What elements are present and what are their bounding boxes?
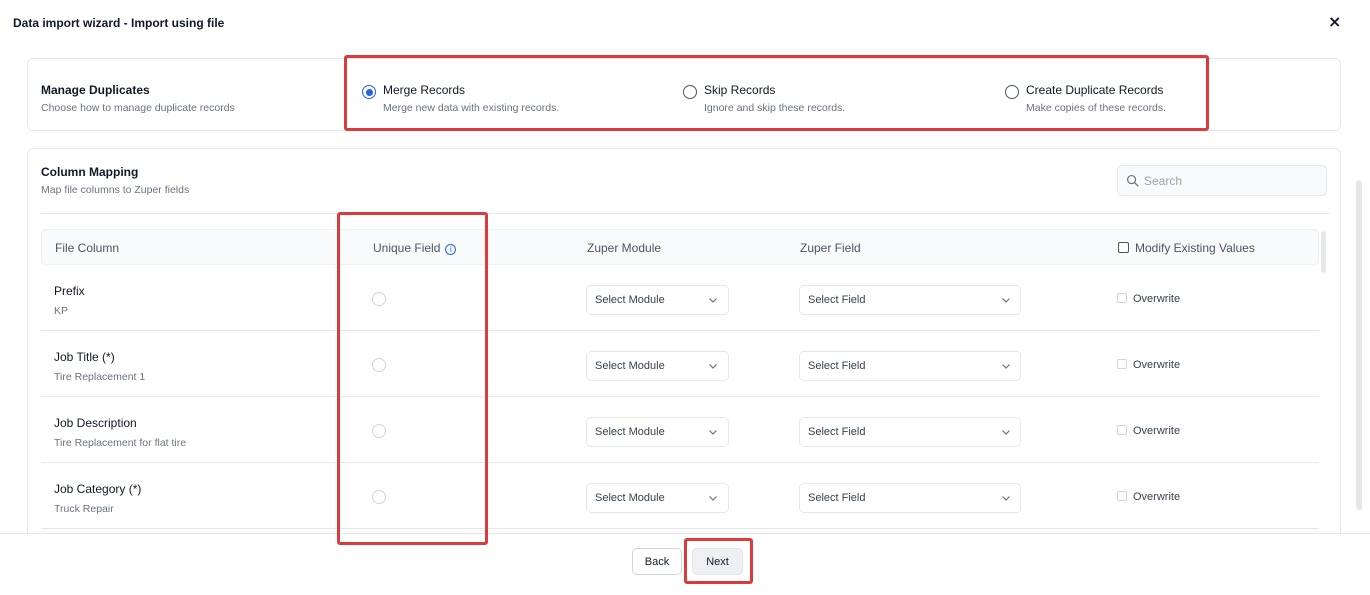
dialog-title: Data import wizard - Import using file xyxy=(13,16,225,30)
file-column-sample: Truck Repair xyxy=(54,503,114,515)
chevron-down-icon xyxy=(709,364,717,369)
select-value: Select Field xyxy=(808,294,866,306)
overwrite-option[interactable]: Overwrite xyxy=(1117,359,1180,371)
overwrite-label: Overwrite xyxy=(1133,359,1181,371)
col-zuper-field: Zuper Field xyxy=(800,241,861,255)
column-mapping-title: Column Mapping xyxy=(41,165,139,179)
zuper-module-select[interactable]: Select Module xyxy=(586,351,729,381)
search-icon xyxy=(1126,174,1139,187)
col-modify-existing-label: Modify Existing Values xyxy=(1135,241,1255,255)
file-column-name: Job Description xyxy=(54,416,137,430)
select-value: Select Field xyxy=(808,426,866,438)
file-column-name: Job Category (*) xyxy=(54,482,142,496)
zuper-field-select[interactable]: Select Field xyxy=(799,351,1021,381)
overwrite-label: Overwrite xyxy=(1133,425,1181,437)
manage-duplicates-subtitle: Choose how to manage duplicate records xyxy=(41,102,235,114)
select-value: Select Field xyxy=(808,492,866,504)
chevron-down-icon xyxy=(1002,364,1010,369)
highlight-duplicate-options xyxy=(344,55,1209,131)
table-row: Job Description Tire Replacement for fla… xyxy=(41,397,1319,463)
overwrite-option[interactable]: Overwrite xyxy=(1117,293,1180,305)
select-value: Select Module xyxy=(595,426,665,438)
zuper-module-select[interactable]: Select Module xyxy=(586,483,729,513)
file-column-name: Job Title (*) xyxy=(54,350,115,364)
back-button[interactable]: Back xyxy=(632,548,682,575)
overwrite-option[interactable]: Overwrite xyxy=(1117,491,1180,503)
table-header: File Column Unique Field i Zuper Module Z… xyxy=(41,229,1319,265)
dialog-header: Data import wizard - Import using file × xyxy=(0,0,1370,46)
col-file-column: File Column xyxy=(55,241,120,255)
manage-duplicates-title: Manage Duplicates xyxy=(41,83,150,97)
overwrite-checkbox[interactable] xyxy=(1117,359,1127,369)
select-value: Select Module xyxy=(595,294,665,306)
page-scrollbar[interactable] xyxy=(1356,180,1362,510)
overwrite-option[interactable]: Overwrite xyxy=(1117,425,1180,437)
table-row: Job Category (*) Truck Repair Select Mod… xyxy=(41,463,1319,529)
zuper-module-select[interactable]: Select Module xyxy=(586,417,729,447)
col-modify-existing: Modify Existing Values xyxy=(1118,241,1255,255)
col-zuper-module: Zuper Module xyxy=(587,241,662,255)
highlight-unique-field-column xyxy=(337,212,488,545)
overwrite-checkbox[interactable] xyxy=(1117,293,1127,303)
chevron-down-icon xyxy=(709,430,717,435)
select-value: Select Module xyxy=(595,360,665,372)
chevron-down-icon xyxy=(1002,430,1010,435)
zuper-field-select[interactable]: Select Field xyxy=(799,483,1021,513)
search-input[interactable] xyxy=(1144,172,1319,190)
file-column-sample: KP xyxy=(54,305,69,317)
modify-existing-checkbox[interactable] xyxy=(1118,242,1129,253)
chevron-down-icon xyxy=(1002,496,1010,501)
search-box[interactable] xyxy=(1117,165,1327,196)
column-mapping-subtitle: Map file columns to Zuper fields xyxy=(41,184,190,196)
table-scrollbar[interactable] xyxy=(1321,231,1326,273)
chevron-down-icon xyxy=(1002,298,1010,303)
zuper-field-select[interactable]: Select Field xyxy=(799,417,1021,447)
chevron-down-icon xyxy=(709,298,717,303)
overwrite-label: Overwrite xyxy=(1133,293,1181,305)
select-value: Select Module xyxy=(595,492,665,504)
zuper-module-select[interactable]: Select Module xyxy=(586,285,729,315)
column-mapping-card: Column Mapping Map file columns to Zuper… xyxy=(27,148,1341,548)
select-value: Select Field xyxy=(808,360,866,372)
table-row: Job Title (*) Tire Replacement 1 Select … xyxy=(41,331,1319,397)
overwrite-label: Overwrite xyxy=(1133,491,1181,503)
file-column-name: Prefix xyxy=(54,284,85,298)
zuper-field-select[interactable]: Select Field xyxy=(799,285,1021,315)
chevron-down-icon xyxy=(709,496,717,501)
file-column-sample: Tire Replacement 1 xyxy=(54,371,146,383)
file-column-sample: Tire Replacement for flat tire xyxy=(54,437,187,449)
overwrite-checkbox[interactable] xyxy=(1117,425,1127,435)
close-icon[interactable]: × xyxy=(1328,12,1341,31)
table-row: Prefix KP Select Module Select Field Ove… xyxy=(41,265,1319,331)
highlight-next-button xyxy=(684,538,753,584)
overwrite-checkbox[interactable] xyxy=(1117,491,1127,501)
divider xyxy=(41,213,1329,214)
